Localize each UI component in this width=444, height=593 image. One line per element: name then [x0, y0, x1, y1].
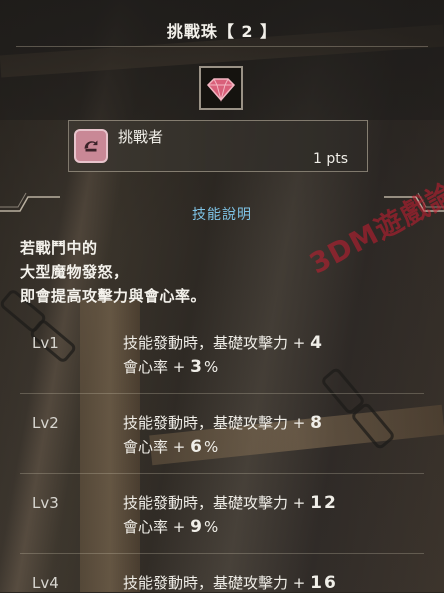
description-line: 即會提高攻擊力與會心率。 [20, 287, 207, 305]
level-label: Lv1 [32, 334, 59, 352]
level-divider [20, 393, 424, 394]
description-line: 大型魔物發怒， [20, 263, 129, 281]
skill-name: 挑戰者 [118, 128, 164, 146]
challenger-icon [84, 140, 98, 152]
skill-icon [74, 129, 108, 163]
level-divider [20, 473, 424, 474]
level-attack: 技能發動時，基礎攻擊力 + 12 [123, 493, 338, 513]
level-crit: 會心率 + 9% [123, 517, 219, 537]
level-attack: 技能發動時，基礎攻擊力 + 8 [123, 413, 324, 433]
level-crit: 會心率 + 3% [123, 357, 219, 377]
level-divider [20, 553, 424, 554]
decoration-title: 挑戰珠【 2 】 [166, 22, 278, 41]
level-label: Lv3 [32, 494, 59, 512]
skill-points: 1 pts [312, 151, 348, 167]
jewel-icon [206, 78, 236, 102]
header-divider [16, 46, 428, 47]
level-attack: 技能發動時，基礎攻擊力 + 4 [123, 333, 324, 353]
level-crit: 會心率 + 6% [123, 437, 219, 457]
decoration-slot[interactable] [199, 66, 243, 110]
level-label: Lv2 [32, 414, 59, 432]
level-attack: 技能發動時，基礎攻擊力 + 16 [123, 573, 338, 593]
description-line: 若戰鬥中的 [20, 239, 98, 257]
skill-description: 若戰鬥中的 大型魔物發怒， 即會提高攻擊力與會心率。 [20, 236, 206, 308]
level-label: Lv4 [32, 574, 59, 592]
